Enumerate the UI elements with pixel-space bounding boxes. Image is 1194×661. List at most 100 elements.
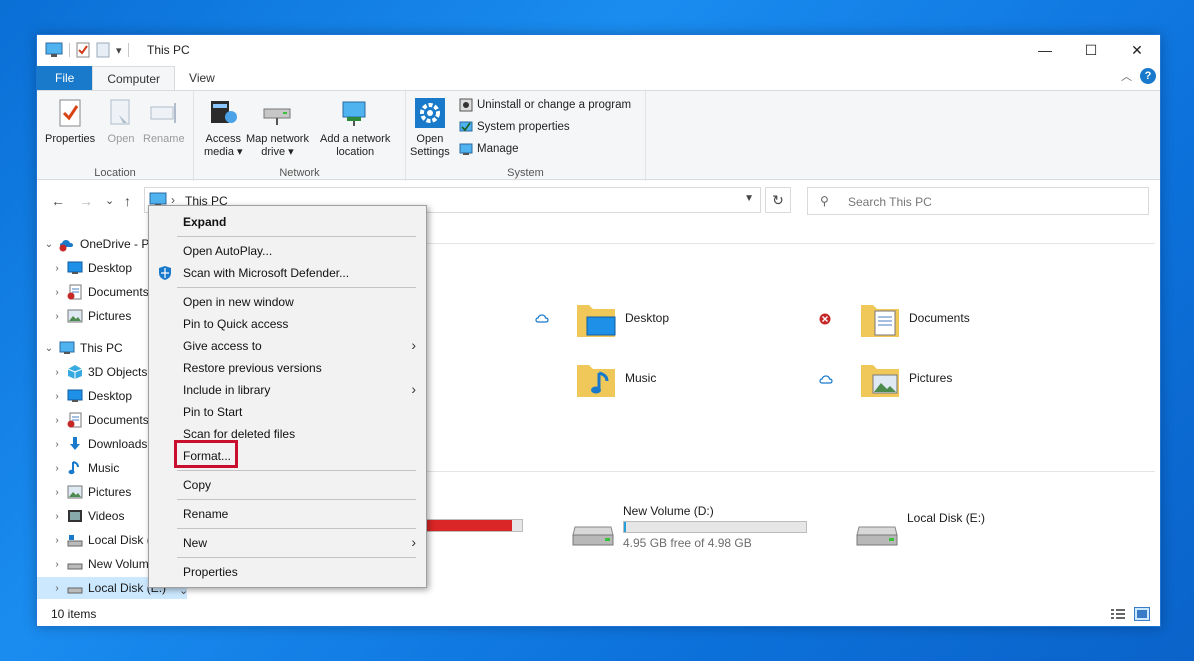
drive-local-disk-e[interactable]: Local Disk (E:) (907, 511, 985, 525)
map-network-drive-button[interactable]: Map network drive ▾ (246, 97, 309, 159)
chevron-right-icon[interactable]: › (51, 439, 63, 450)
chevron-right-icon[interactable]: › (51, 559, 63, 570)
documents-icon (67, 284, 83, 300)
window-title: This PC (147, 43, 190, 57)
help-icon[interactable]: ? (1140, 68, 1156, 84)
submenu-arrow-icon: › (411, 381, 416, 397)
location-group-label: Location (94, 167, 136, 179)
menu-item-pin-start[interactable]: Pin to Start (149, 401, 426, 423)
drive-new-volume-d[interactable]: New Volume (D:) 4.95 GB free of 4.98 GB (623, 504, 807, 550)
menu-item-pin-quick-access[interactable]: Pin to Quick access (149, 313, 426, 335)
chevron-right-icon[interactable]: › (51, 415, 63, 426)
recent-locations-button[interactable]: ⌄ (105, 194, 114, 207)
chevron-down-icon[interactable]: ⌄ (43, 239, 55, 250)
desktop-icon (67, 260, 83, 276)
folder-music[interactable]: Music (575, 359, 656, 401)
maximize-button[interactable]: ☐ (1068, 35, 1114, 65)
chevron-right-icon[interactable]: › (51, 535, 63, 546)
chevron-right-icon[interactable]: › (51, 263, 63, 274)
menu-item-scan-defender[interactable]: Scan with Microsoft Defender... (149, 262, 426, 284)
window-controls: — ☐ ✕ (1022, 35, 1160, 65)
format-highlight-box (174, 440, 238, 468)
chevron-right-icon[interactable]: › (51, 511, 63, 522)
menu-item-copy[interactable]: Copy (149, 474, 426, 496)
forward-button[interactable]: → (79, 193, 93, 209)
3d-objects-icon (67, 364, 83, 380)
ribbon: Properties Open Rename Location Access m… (37, 90, 1160, 181)
qat-dropdown-icon[interactable]: ▾ (116, 44, 122, 57)
menu-item-rename[interactable]: Rename (149, 503, 426, 525)
download-icon (67, 436, 83, 452)
address-dropdown-icon[interactable]: ▼ (744, 193, 754, 204)
menu-separator (177, 470, 416, 471)
open-icon (110, 99, 130, 125)
folder-desktop[interactable]: Desktop (575, 299, 669, 341)
open-settings-button[interactable]: Open Settings (410, 97, 450, 159)
chevron-right-icon[interactable]: › (51, 487, 63, 498)
manage-button[interactable]: Manage (459, 142, 519, 156)
menu-separator (177, 236, 416, 237)
chevron-right-icon[interactable]: › (51, 583, 63, 594)
back-button[interactable]: ← (51, 193, 65, 209)
chevron-right-icon[interactable]: › (51, 311, 63, 322)
menu-item-expand[interactable]: Expand (149, 211, 426, 233)
ribbon-tabs: File Computer View (37, 66, 1160, 90)
folder-pictures[interactable]: Pictures (859, 359, 952, 401)
menu-item-include-library[interactable]: Include in library › (149, 379, 426, 401)
chevron-right-icon[interactable]: › (51, 367, 63, 378)
uninstall-icon (459, 98, 473, 112)
search-input[interactable]: Search This PC (848, 195, 932, 209)
menu-item-open-autoplay[interactable]: Open AutoPlay... (149, 240, 426, 262)
chevron-right-icon[interactable]: › (51, 463, 63, 474)
chevron-down-icon[interactable]: ⌄ (43, 343, 55, 354)
system-properties-button[interactable]: System properties (459, 120, 570, 134)
rename-icon (150, 103, 176, 123)
refresh-button[interactable]: ↻ (765, 187, 791, 213)
help-area: ︿ ? (1121, 68, 1156, 84)
quick-access-toolbar: ▾ (45, 42, 129, 58)
menu-item-new[interactable]: New › (149, 532, 426, 554)
error-icon (819, 313, 831, 325)
open-button[interactable]: Open (105, 97, 137, 146)
defender-shield-icon (159, 266, 171, 280)
add-network-location-button[interactable]: Add a network location (320, 97, 390, 159)
gear-icon (414, 98, 445, 128)
new-folder-icon[interactable] (96, 42, 110, 58)
details-view-icon[interactable] (1110, 607, 1126, 621)
tab-computer[interactable]: Computer (92, 66, 176, 90)
rename-button[interactable]: Rename (143, 97, 185, 146)
menu-item-restore-versions[interactable]: Restore previous versions (149, 357, 426, 379)
computer-icon[interactable] (45, 42, 63, 58)
access-media-button[interactable]: Access media ▾ (204, 97, 243, 159)
large-icons-view-icon[interactable] (1134, 607, 1150, 621)
drive-icon (856, 526, 898, 546)
system-group: Open Settings Uninstall or change a prog… (406, 91, 646, 181)
documents-folder-icon (861, 305, 899, 337)
system-group-label: System (507, 167, 544, 179)
properties-check-icon[interactable] (76, 42, 90, 58)
close-button[interactable]: ✕ (1114, 35, 1160, 65)
menu-separator (177, 557, 416, 558)
drive-icon (572, 526, 614, 546)
cloud-icon (535, 314, 549, 323)
folder-documents[interactable]: Documents (859, 299, 970, 341)
minimize-button[interactable]: — (1022, 35, 1068, 65)
collapse-ribbon-icon[interactable]: ︿ (1121, 68, 1132, 84)
properties-button[interactable]: Properties (45, 97, 95, 146)
menu-item-properties[interactable]: Properties (149, 561, 426, 583)
tab-view[interactable]: View (175, 66, 229, 90)
drive-icon (67, 556, 83, 572)
tab-file[interactable]: File (37, 66, 93, 90)
network-group: Access media ▾ Map network drive ▾ Add a… (194, 91, 406, 181)
manage-icon (459, 143, 473, 155)
menu-item-open-new-window[interactable]: Open in new window (149, 291, 426, 313)
onedrive-icon (59, 236, 75, 252)
menu-item-give-access[interactable]: Give access to › (149, 335, 426, 357)
search-box[interactable]: ⚲ Search This PC (807, 187, 1149, 215)
chevron-right-icon[interactable]: › (51, 287, 63, 298)
uninstall-program-button[interactable]: Uninstall or change a program (459, 98, 631, 112)
network-drive-icon (263, 108, 291, 125)
pictures-icon (67, 308, 83, 324)
up-button[interactable]: ↑ (124, 193, 131, 209)
chevron-right-icon[interactable]: › (51, 391, 63, 402)
